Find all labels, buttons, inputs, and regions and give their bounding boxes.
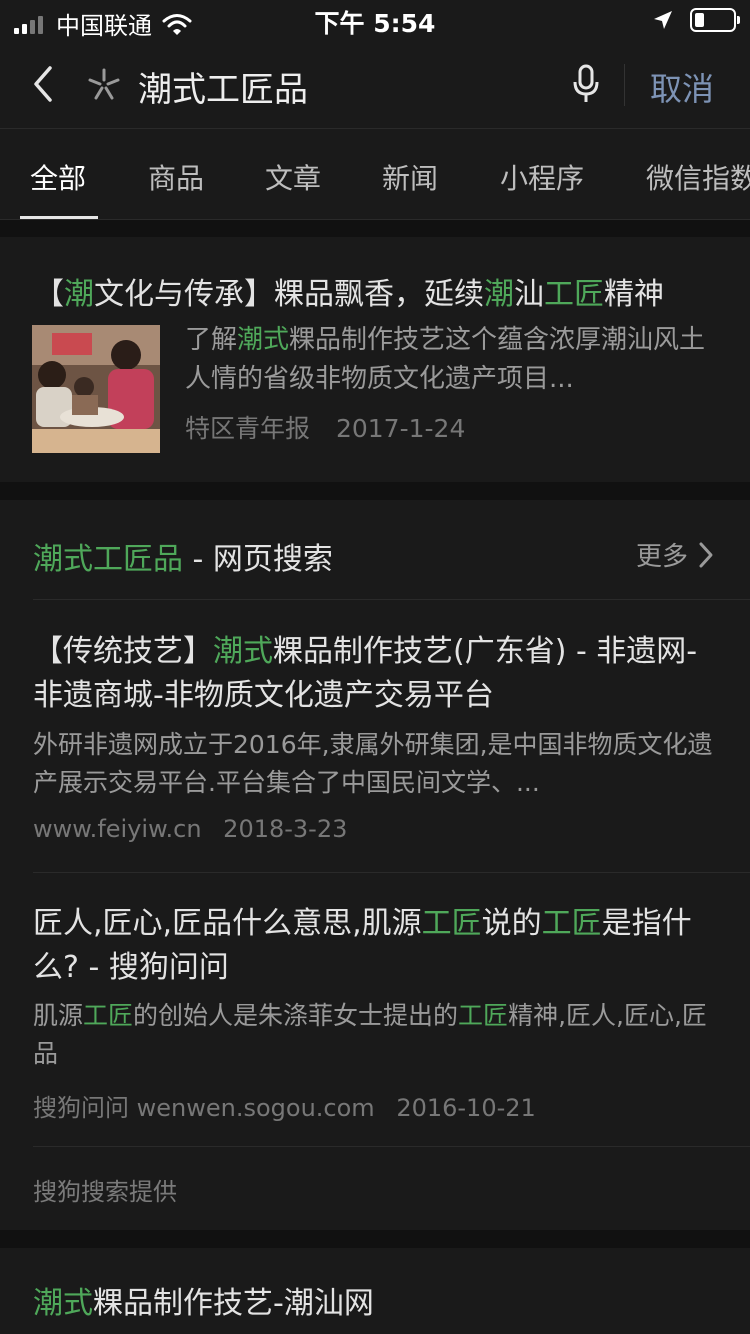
highlight-text: 潮: [484, 277, 514, 312]
text-segment: 外研非遗网成立于2016年,隶属外研集团,是中国非物质文化遗产展示交易平台.平台…: [33, 730, 713, 797]
text-segment: 【: [34, 277, 64, 312]
battery-fill: [695, 13, 704, 27]
active-tab-indicator: [20, 216, 98, 219]
search-input[interactable]: 潮式工匠品: [138, 62, 308, 111]
header-divider: [624, 64, 625, 106]
location-arrow-icon: [654, 11, 672, 29]
status-time: 下午 5:54: [314, 9, 436, 38]
highlight-text: 潮式: [33, 1286, 93, 1321]
bottom-result-card[interactable]: 潮式粿品制作技艺-潮汕网: [0, 1248, 750, 1334]
divider: [33, 1146, 750, 1147]
chevron-right-icon: [699, 542, 713, 567]
text-segment: 粿品制作技艺-潮汕网: [93, 1286, 374, 1321]
article-description: 了解潮式粿品制作技艺这个蕴含浓厚潮汕风土人情的省级非物质文化遗产项目...: [185, 321, 715, 399]
divider: [33, 599, 750, 600]
text-segment: 说的: [481, 906, 542, 941]
text-segment: 肌源: [33, 1001, 84, 1030]
highlight-text: 潮式: [237, 325, 290, 355]
search-header: 潮式工匠品 取消: [0, 42, 750, 129]
divider: [33, 872, 750, 873]
highlight-text: 工匠: [83, 1001, 134, 1030]
text-segment: 汕: [514, 277, 544, 312]
article-thumbnail: [32, 325, 160, 453]
microphone-icon[interactable]: [570, 62, 602, 106]
result-title[interactable]: 【传统技艺】潮式粿品制作技艺(广东省) - 非遗网-非遗商城-非物质文化遗产交易…: [33, 630, 723, 718]
status-right: [652, 8, 740, 32]
tab-products[interactable]: 商品: [148, 157, 204, 197]
text-segment: 的创始人是朱涤菲女士提出的: [133, 1001, 459, 1030]
cancel-button[interactable]: 取消: [650, 64, 714, 110]
article-source: 特区青年报: [185, 414, 311, 443]
web-search-query: 潮式工匠品: [33, 542, 183, 577]
tab-articles[interactable]: 文章: [265, 157, 321, 197]
tab-all[interactable]: 全部: [30, 157, 86, 197]
back-icon[interactable]: [28, 62, 58, 106]
web-search-label: - 网页搜索: [183, 542, 333, 577]
highlight-text: 潮式: [213, 634, 273, 669]
tab-wechat-index[interactable]: 微信指数: [646, 157, 750, 197]
web-search-card: 潮式工匠品 - 网页搜索 更多 【传统技艺】潮式粿品制作技艺(广东省) - 非遗…: [0, 500, 750, 1230]
text-segment: 了解: [185, 325, 238, 355]
web-search-heading: 潮式工匠品 - 网页搜索: [33, 534, 333, 578]
result-description: 肌源工匠的创始人是朱涤菲女士提出的工匠精神,匠人,匠心,匠品: [33, 997, 723, 1073]
article-title[interactable]: 【潮文化与传承】粿品飘香，延续潮汕工匠精神: [34, 269, 664, 313]
tab-mini-programs[interactable]: 小程序: [500, 157, 584, 197]
text-segment: 匠人,匠心,匠品什么意思,肌源: [33, 906, 422, 941]
result-source: www.feiyiw.cn: [33, 815, 202, 843]
result-meta: www.feiyiw.cn 2018-3-23: [33, 815, 347, 843]
highlight-text: 工匠: [544, 277, 604, 312]
search-logo-icon: [88, 68, 120, 100]
filter-tabs: 全部 商品 文章 新闻 小程序 微信指数: [0, 129, 750, 220]
highlight-text: 工匠: [541, 906, 602, 941]
highlight-text: 工匠: [421, 906, 482, 941]
result-description: 外研非遗网成立于2016年,隶属外研集团,是中国非物质文化遗产展示交易平台.平台…: [33, 726, 723, 802]
battery-icon: [690, 8, 740, 32]
search-provider-label: 搜狗搜索提供: [33, 1178, 177, 1206]
more-button[interactable]: 更多: [636, 536, 714, 573]
highlight-text: 工匠: [458, 1001, 509, 1030]
result-date: 2018-3-23: [223, 815, 348, 843]
text-segment: 【传统技艺】: [33, 634, 213, 669]
more-label: 更多: [635, 542, 688, 572]
text-segment: 精神: [604, 277, 664, 312]
article-meta: 特区青年报 2017-1-24: [185, 409, 465, 445]
text-segment: 文化与传承】粿品飘香，延续: [94, 277, 484, 312]
article-date: 2017-1-24: [335, 414, 466, 443]
status-bar: 中国联通 下午 5:54: [0, 0, 750, 42]
highlight-text: 潮: [64, 277, 94, 312]
article-photo-image: [32, 325, 160, 453]
result-title[interactable]: 匠人,匠心,匠品什么意思,肌源工匠说的工匠是指什么? - 搜狗问问: [33, 902, 723, 990]
result-source: 搜狗问问 wenwen.sogou.com: [33, 1094, 375, 1122]
result-date: 2016-10-21: [396, 1094, 536, 1122]
result-meta: 搜狗问问 wenwen.sogou.com 2016-10-21: [33, 1088, 536, 1123]
tab-news[interactable]: 新闻: [382, 157, 438, 197]
bottom-result-title[interactable]: 潮式粿品制作技艺-潮汕网: [33, 1278, 374, 1322]
article-result-card[interactable]: 【潮文化与传承】粿品飘香，延续潮汕工匠精神 了解潮式粿品制作技艺这个蕴含浓厚潮汕…: [0, 237, 750, 482]
